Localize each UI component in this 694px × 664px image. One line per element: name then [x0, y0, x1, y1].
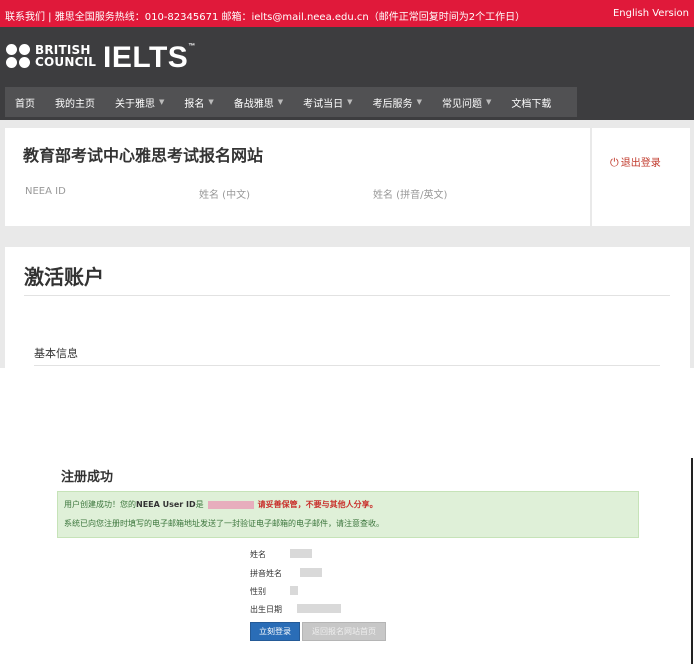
nav-item-downloads[interactable]: 文档下载	[501, 87, 561, 117]
nav-item-home[interactable]: 首页	[5, 87, 45, 117]
chevron-down-icon: ▼	[208, 98, 214, 106]
nav-item-prepare[interactable]: 备战雅思 ▼	[224, 87, 293, 117]
chevron-down-icon: ▼	[347, 98, 353, 106]
nav-label: 备战雅思	[233, 98, 274, 110]
user-id-label: NEEA User ID	[136, 500, 196, 509]
nav-label: 首页	[15, 98, 35, 110]
chevron-down-icon: ▼	[416, 98, 422, 106]
alert-line-1: 用户创建成功！您的NEEA User ID是 请妥善保管，不要与其他人分享。	[64, 499, 378, 510]
basic-info-heading: 基本信息	[34, 347, 78, 360]
main-nav: 首页 我的主页 关于雅思 ▼ 报名 ▼ 备战雅思 ▼ 考试当日 ▼ 考后服务 ▼ 常见问题…	[5, 87, 577, 117]
nav-label: 考后服务	[372, 98, 413, 110]
nav-item-about[interactable]: 关于雅思 ▼	[105, 87, 174, 117]
nav-item-test-day[interactable]: 考试当日 ▼	[293, 87, 362, 117]
pinyin-name-label: 姓名 (拼音/英文)	[373, 190, 448, 201]
pinyin-label: 拼音姓名	[250, 569, 282, 578]
name-label: 姓名	[250, 550, 266, 559]
logout-label: 退出登录	[620, 158, 661, 169]
neea-id-label: NEEA ID	[25, 186, 66, 197]
british-council-logo[interactable]: BRITISH COUNCIL	[6, 44, 96, 68]
redacted-user-id	[207, 500, 254, 509]
ielts-logo-text: IELTS	[103, 41, 189, 74]
power-icon: ⏻	[610, 156, 619, 169]
nav-item-register[interactable]: 报名 ▼	[174, 87, 223, 117]
gender-label: 性别	[250, 587, 266, 596]
divider	[24, 295, 670, 296]
nav-label: 关于雅思	[115, 98, 155, 110]
alert-warning: 请妥善保管，不要与其他人分享。	[257, 500, 378, 509]
redacted-name	[290, 549, 312, 558]
alert-line-2: 系统已向您注册时填写的电子邮箱地址发送了一封验证电子邮箱的电子邮件，请注意查收。	[64, 519, 384, 528]
nav-label: 报名	[184, 98, 205, 110]
back-to-home-button[interactable]: 返回报名网站首页	[302, 622, 386, 641]
ielts-logo[interactable]: IELTS™	[103, 41, 196, 75]
site-header: BRITISH COUNCIL IELTS™ 首页 我的主页 关于雅思 ▼ 报名 ▼…	[0, 27, 694, 120]
activate-title: 激活账户	[24, 265, 104, 289]
divider	[34, 365, 660, 366]
trademark: ™	[188, 43, 196, 50]
alert-prefix: 用户创建成功！您的	[64, 500, 136, 509]
chinese-name-label: 姓名 (中文)	[199, 190, 250, 201]
top-info-bar: 联系我们 | 雅思全国服务热线：010-82345671 邮箱：ielts@ma…	[0, 0, 694, 27]
nav-label: 考试当日	[303, 98, 344, 110]
activate-account-card: 激活账户 基本信息	[5, 247, 690, 368]
birthdate-label: 出生日期	[250, 605, 282, 614]
site-info-card: 教育部考试中心雅思考试报名网站 NEEA ID 姓名 (中文) 姓名 (拼音/英…	[5, 128, 590, 226]
nav-label: 文档下载	[511, 98, 552, 110]
nav-label: 常见问题	[441, 98, 482, 110]
redacted-pinyin	[300, 568, 322, 577]
registration-success-panel: 注册成功 用户创建成功！您的NEEA User ID是 请妥善保管，不要与其他人分…	[57, 458, 693, 664]
chevron-down-icon: ▼	[159, 98, 165, 106]
english-version-link[interactable]: English Version	[613, 8, 689, 19]
success-alert: 用户创建成功！您的NEEA User ID是 请妥善保管，不要与其他人分享。 系统…	[57, 491, 639, 538]
registration-success-title: 注册成功	[61, 470, 114, 485]
nav-item-my-page[interactable]: 我的主页	[45, 87, 105, 117]
nav-label: 我的主页	[55, 98, 95, 110]
nav-item-faq[interactable]: 常见问题 ▼	[432, 87, 501, 117]
logout-button[interactable]: ⏻ 退出登录	[610, 154, 661, 170]
alert-id-suffix: 是	[195, 500, 204, 509]
nav-item-after-test[interactable]: 考后服务 ▼	[363, 87, 432, 117]
british-council-dots-icon	[6, 44, 30, 68]
login-now-button[interactable]: 立刻登录	[250, 622, 300, 641]
contact-info: 联系我们 | 雅思全国服务热线：010-82345671 邮箱：ielts@ma…	[5, 12, 526, 23]
site-title: 教育部考试中心雅思考试报名网站	[23, 146, 264, 165]
chevron-down-icon: ▼	[277, 98, 284, 106]
logout-card: ⏻ 退出登录	[592, 128, 690, 226]
redacted-birthdate	[297, 604, 341, 613]
chevron-down-icon: ▼	[485, 98, 492, 106]
logo-text-line2: COUNCIL	[35, 55, 97, 69]
redacted-gender	[290, 586, 298, 595]
